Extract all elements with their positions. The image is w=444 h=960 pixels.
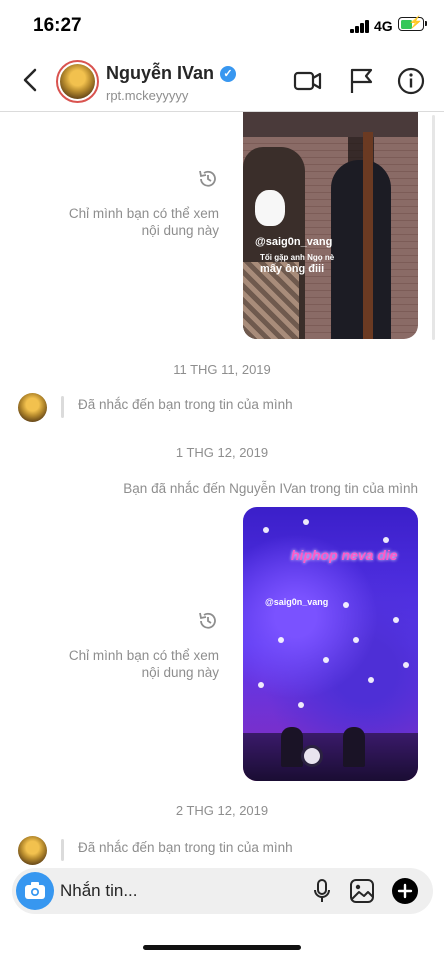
mention-text: Đã nhắc đến bạn trong tin của mình (78, 840, 293, 855)
scrollbar[interactable] (432, 115, 435, 340)
story-thumbnail[interactable]: hiphop neva die @saig0n_vang (243, 507, 418, 781)
story-thumbnail[interactable]: @saig0n_vang Tối gặp anh Ngọ nè mấy ông … (243, 112, 418, 339)
timestamp: 2 THG 12, 2019 (175, 803, 269, 818)
sent-mention-text: Bạn đã nhắc đến Nguyễn IVan trong tin củ… (123, 481, 418, 496)
contact-name: Nguyễn IVan (106, 63, 215, 83)
chat-header: Nguyễn IVan ✓ rpt.mckeyyyyy (0, 52, 444, 112)
info-icon[interactable] (396, 66, 426, 96)
signal-icon (350, 20, 370, 33)
add-icon[interactable] (391, 877, 419, 905)
avatar[interactable] (56, 60, 99, 103)
camera-icon[interactable] (16, 872, 54, 910)
story-mention-tag: @saig0n_vang (265, 597, 329, 607)
microphone-icon[interactable] (308, 877, 336, 905)
mention-text: Đã nhắc đến bạn trong tin của mình (78, 397, 293, 412)
story-reply-icon (197, 168, 219, 190)
message-input[interactable] (60, 876, 290, 906)
story-visibility-note: Chỉ mình bạn có thể xem nội dung này (68, 648, 219, 680)
mention-divider (61, 839, 64, 861)
mention-divider (61, 396, 64, 418)
flag-icon[interactable] (347, 66, 377, 96)
story-caption: mấy ông điii (260, 263, 325, 275)
video-call-icon[interactable] (293, 66, 323, 96)
back-arrow-icon[interactable] (18, 64, 46, 96)
avatar[interactable] (18, 836, 47, 865)
contact-username: rpt.mckeyyyyy (106, 88, 189, 103)
contact-name-row[interactable]: Nguyễn IVan ✓ (106, 63, 237, 84)
verified-badge-icon: ✓ (220, 65, 237, 82)
cat-sticker-icon (255, 190, 285, 226)
avatar[interactable] (18, 393, 47, 422)
story-visibility-note: Chỉ mình bạn có thể xem nội dung này (68, 206, 219, 238)
battery-icon: ⚡ (398, 15, 427, 31)
mention-message[interactable]: Đã nhắc đến bạn trong tin của mình (0, 836, 444, 870)
story-caption-small: Tối gặp anh Ngọ nè (260, 253, 335, 262)
message-composer (12, 868, 433, 914)
timestamp: 11 THG 11, 2019 (173, 362, 271, 377)
network-type: 4G (374, 18, 393, 34)
clock: 16:27 (33, 15, 82, 36)
story-reply-icon (197, 610, 219, 632)
story-mention-tag: @saig0n_vang (255, 236, 333, 248)
mention-message[interactable]: Đã nhắc đến bạn trong tin của mình (0, 393, 444, 427)
timestamp: 1 THG 12, 2019 (175, 445, 269, 460)
status-bar: 16:27 4G ⚡ (0, 0, 444, 52)
charging-icon: ⚡ (408, 15, 423, 29)
home-indicator[interactable] (143, 945, 301, 950)
story-caption: hiphop neva die (291, 547, 398, 563)
gallery-icon[interactable] (348, 877, 376, 905)
